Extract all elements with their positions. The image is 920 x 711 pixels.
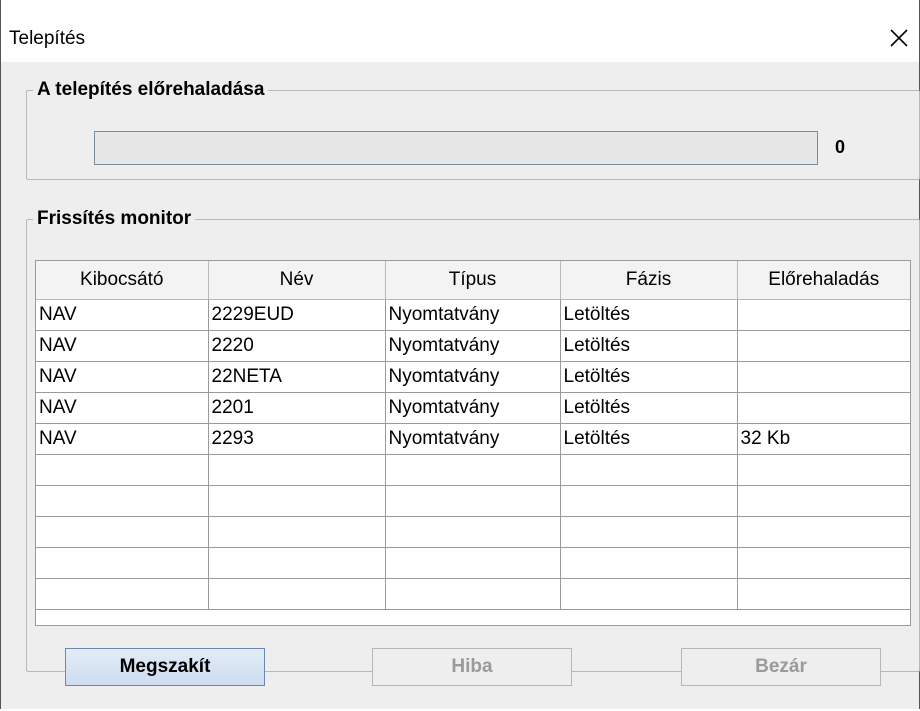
table-cell [560,485,738,517]
table-cell [208,516,386,548]
table-cell: Nyomtatvány [385,330,561,362]
table-cell [560,516,738,548]
table-cell: 2220 [208,330,386,362]
table-cell [737,547,910,579]
table-cell [560,547,738,579]
table-cell: Letöltés [560,299,738,331]
table-cell: 2229EUD [208,299,386,331]
table-cell [737,578,910,610]
table-cell: 2201 [208,392,386,424]
table-cell [36,578,209,610]
dialog-content: A telepítés előrehaladása 0 Frissítés mo… [1,62,920,709]
table-cell [385,454,561,486]
table-cell: Nyomtatvány [385,423,561,455]
installer-window: Telepítés A telepítés előrehaladása 0 Fr… [0,0,920,709]
table-cell: Letöltés [560,361,738,393]
window-title: Telepítés [9,28,86,49]
column-header-name[interactable]: Név [208,261,386,300]
column-header-phase[interactable]: Fázis [560,261,738,300]
table-cell: Letöltés [560,330,738,362]
table-cell: Nyomtatvány [385,299,561,331]
table-row[interactable] [36,578,910,610]
table-cell [737,361,910,393]
update-monitor-table[interactable]: Kibocsátó Név Típus Fázis Előrehaladás N… [35,260,911,626]
table-cell [385,516,561,548]
table-cell [208,547,386,579]
table-cell [737,485,910,517]
update-monitor-group: Frissítés monitor Kibocsátó Név Típus Fá… [26,208,920,672]
table-cell [208,454,386,486]
table-cell: NAV [36,423,209,455]
table-cell: NAV [36,392,209,424]
table-cell [737,454,910,486]
table-row[interactable]: NAV 22NETA Nyomtatvány Letöltés [36,361,910,393]
table-cell [208,485,386,517]
table-cell: 22NETA [208,361,386,393]
table-row[interactable]: NAV 2201 Nyomtatvány Letöltés [36,392,910,424]
table-row[interactable]: NAV 2220 Nyomtatvány Letöltés [36,330,910,362]
table-row[interactable] [36,485,910,517]
table-header-row: Kibocsátó Név Típus Fázis Előrehaladás [36,261,910,300]
table-cell [737,330,910,362]
table-cell: 2293 [208,423,386,455]
close-window-button[interactable] [879,18,919,58]
table-cell: Nyomtatvány [385,392,561,424]
table-cell [36,485,209,517]
table-cell [36,516,209,548]
cancel-button[interactable]: Megszakít [65,648,265,686]
table-cell [385,485,561,517]
table-cell [737,392,910,424]
install-progress-group: A telepítés előrehaladása 0 [26,79,920,180]
install-progress-value: 0 [835,137,846,157]
table-cell [208,578,386,610]
table-cell: NAV [36,330,209,362]
table-cell: Letöltés [560,423,738,455]
title-bar: Telepítés [1,0,919,62]
table-cell: Nyomtatvány [385,361,561,393]
table-row[interactable]: NAV 2293 Nyomtatvány Letöltés 32 Kb [36,423,910,455]
table-cell: NAV [36,299,209,331]
table-row[interactable] [36,516,910,548]
update-monitor-legend: Frissítés monitor [37,208,192,229]
table-cell [737,299,910,331]
column-header-type[interactable]: Típus [385,261,561,300]
table-row[interactable] [36,547,910,579]
close-icon [890,29,908,47]
table-cell [36,454,209,486]
column-header-issuer[interactable]: Kibocsátó [36,261,209,300]
table-cell [560,578,738,610]
table-row[interactable]: NAV 2229EUD Nyomtatvány Letöltés [36,299,910,331]
table-cell [385,578,561,610]
install-progress-bar [94,131,818,165]
table-cell: Letöltés [560,392,738,424]
error-button[interactable]: Hiba [372,648,572,686]
column-header-progress[interactable]: Előrehaladás [737,261,910,300]
install-progress-legend: A telepítés előrehaladása [37,79,265,100]
table-cell: 32 Kb [737,423,910,455]
table-cell: NAV [36,361,209,393]
table-cell [737,516,910,548]
table-row[interactable] [36,454,910,486]
table-cell [560,454,738,486]
close-button[interactable]: Bezár [681,648,881,686]
table-cell [36,547,209,579]
table-cell [385,547,561,579]
